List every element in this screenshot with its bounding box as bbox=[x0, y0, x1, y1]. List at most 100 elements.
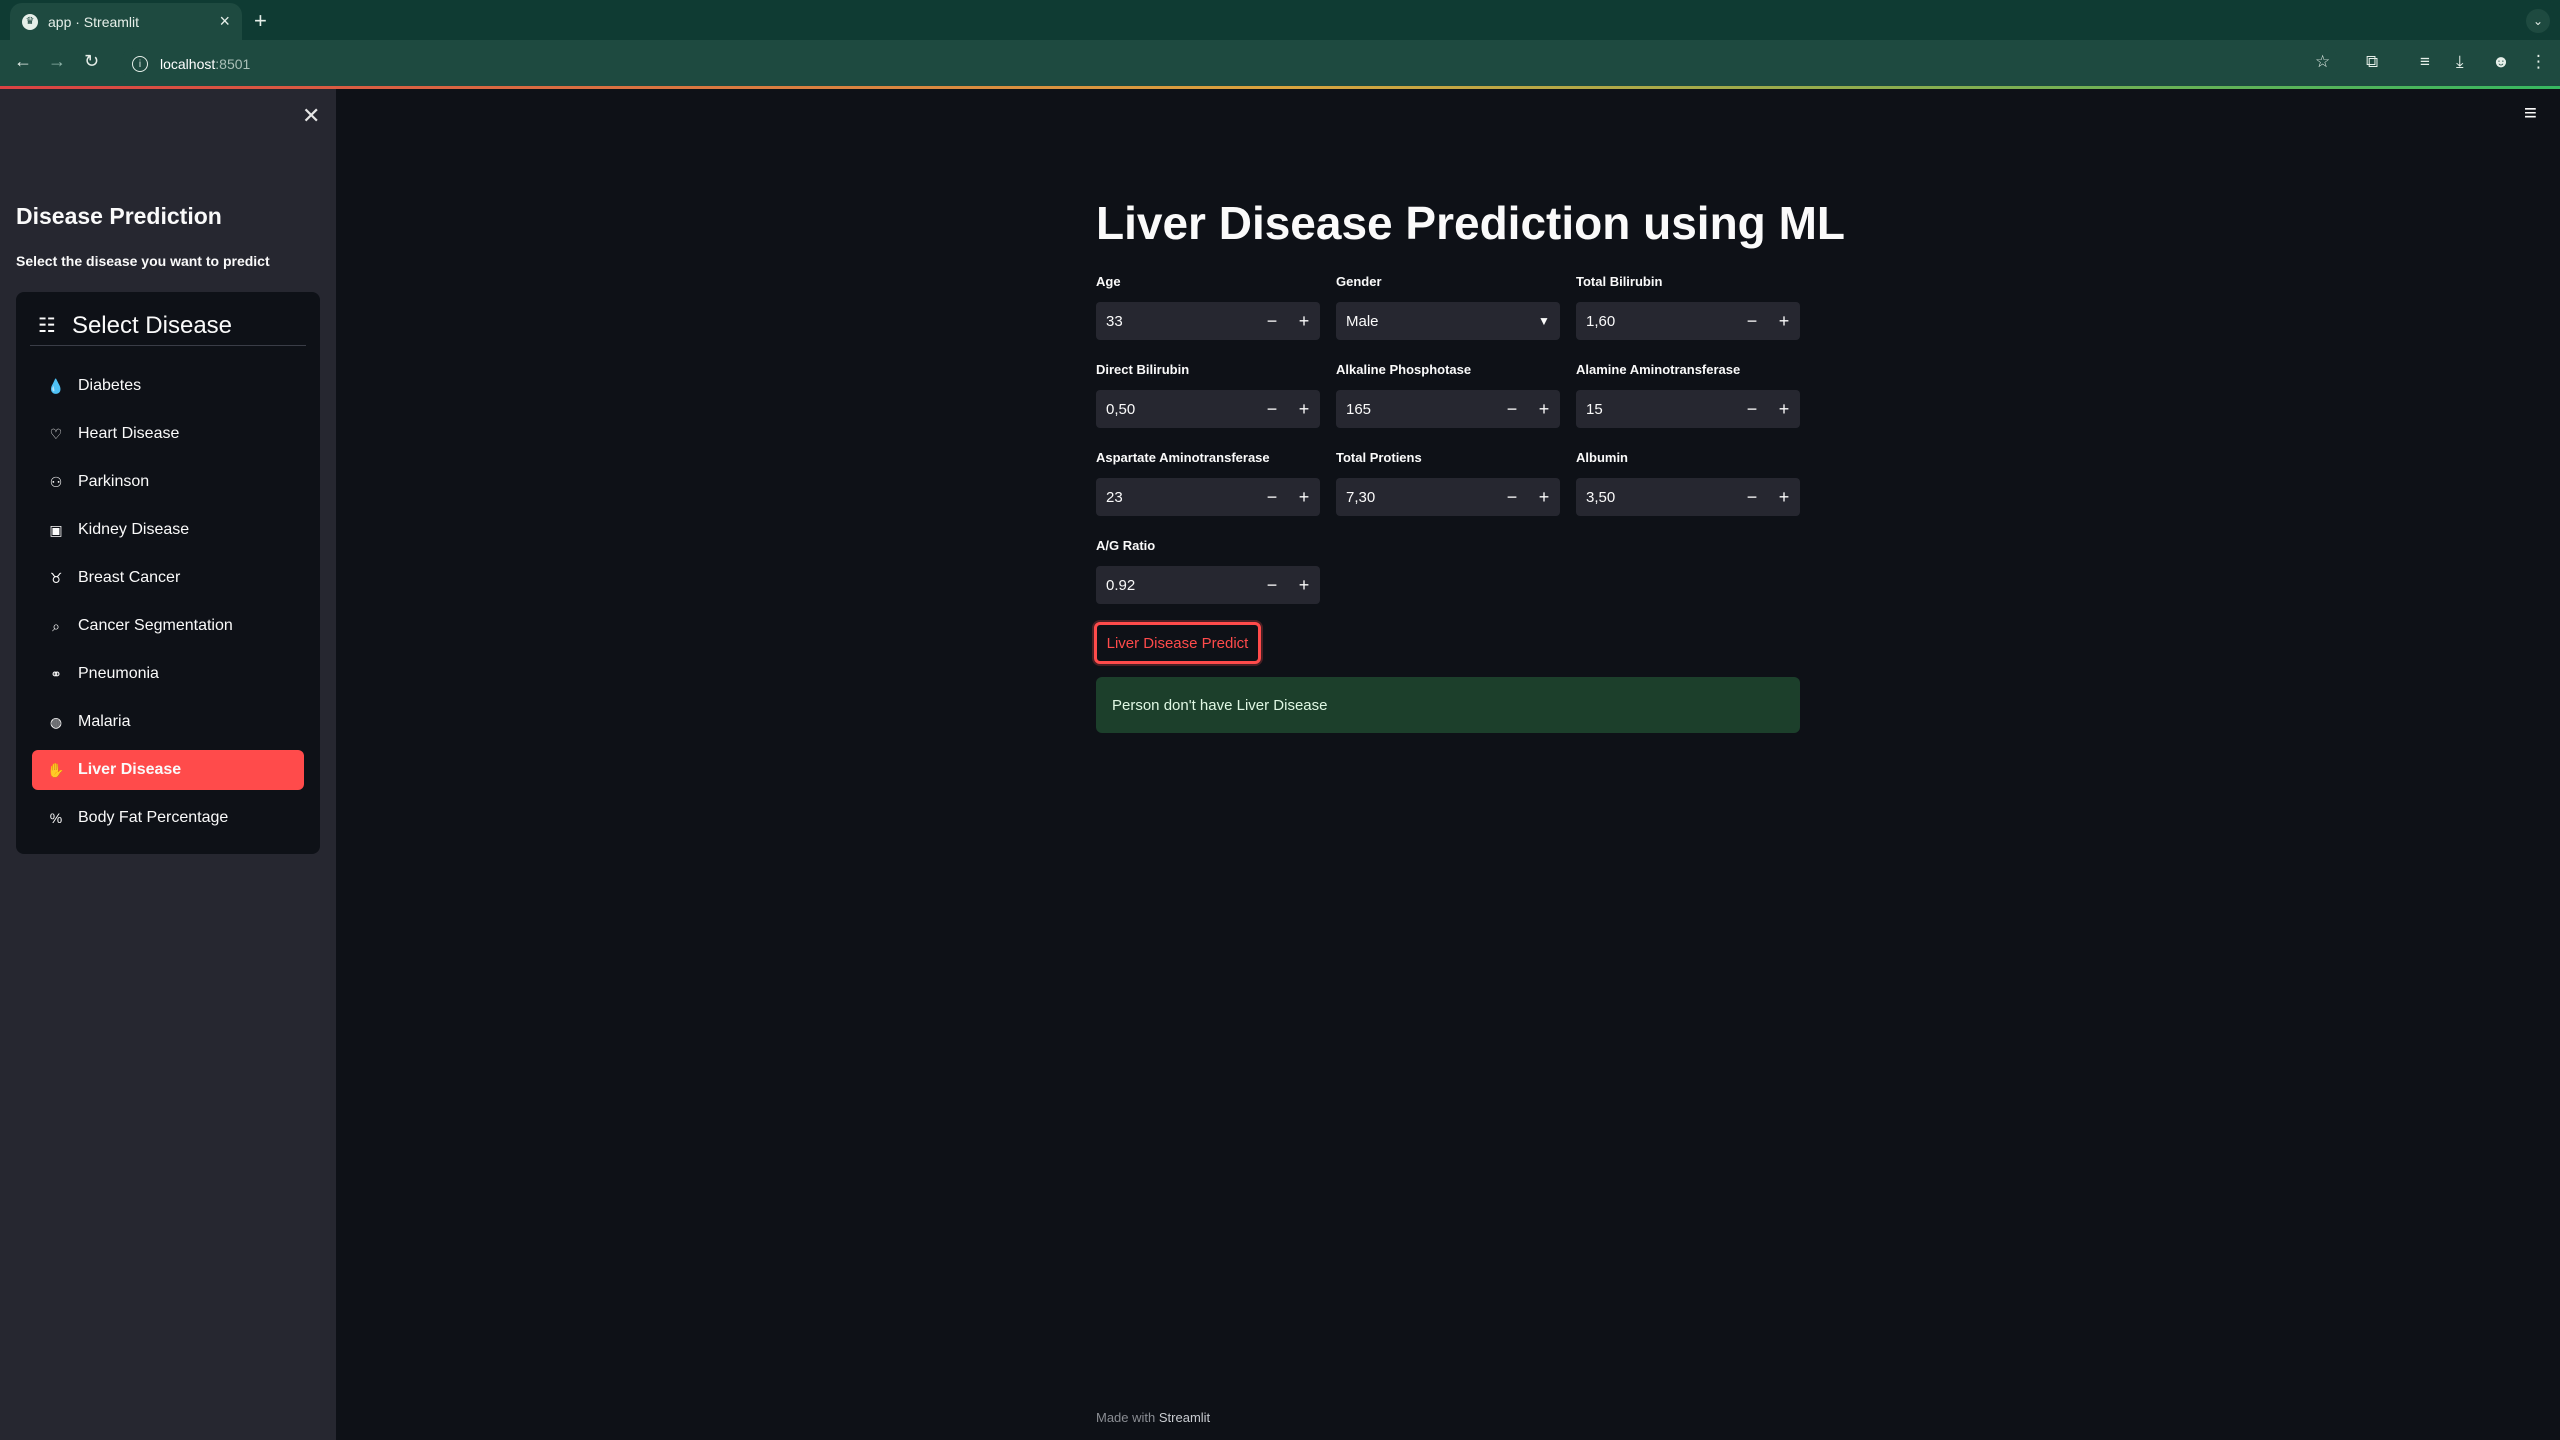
increment-button[interactable]: + bbox=[1528, 390, 1560, 428]
total-protiens-input[interactable]: 7,30 bbox=[1336, 489, 1496, 506]
menu-item-label: Liver Disease bbox=[78, 761, 182, 778]
menu-item-label: Heart Disease bbox=[78, 425, 180, 442]
albumin-input[interactable]: 3,50 bbox=[1576, 489, 1736, 506]
menu-item-malaria[interactable]: ◍ Malaria bbox=[32, 702, 304, 742]
aspartate-aminotransferase-number-input[interactable]: 23 − + bbox=[1096, 478, 1320, 516]
sidebar: ✕ Disease Prediction Select the disease … bbox=[0, 89, 336, 1440]
percent-icon: % bbox=[49, 810, 63, 826]
decrement-button[interactable]: − bbox=[1496, 390, 1528, 428]
menu-header: ☷ Select Disease bbox=[30, 306, 306, 346]
heart-icon: ♡ bbox=[49, 425, 63, 442]
age-input[interactable]: 33 bbox=[1096, 313, 1256, 330]
footer: Made with Streamlit bbox=[1096, 1410, 1210, 1425]
direct-bilirubin-input[interactable]: 0,50 bbox=[1096, 401, 1256, 418]
increment-button[interactable]: + bbox=[1288, 478, 1320, 516]
aspartate-aminotransferase-input[interactable]: 23 bbox=[1096, 489, 1256, 506]
ag-ratio-number-input[interactable]: 0.92 − + bbox=[1096, 566, 1320, 604]
field-label: Total Bilirubin bbox=[1576, 274, 1663, 289]
total-protiens-field: Total Protiens 7,30 − + bbox=[1336, 450, 1560, 516]
sidebar-title: Disease Prediction bbox=[16, 203, 222, 229]
increment-button[interactable]: + bbox=[1528, 478, 1560, 516]
extensions-icon[interactable]: ⧉ bbox=[2366, 52, 2378, 72]
increment-button[interactable]: + bbox=[1768, 302, 1800, 340]
increment-button[interactable]: + bbox=[1288, 566, 1320, 604]
menu-item-pneumonia[interactable]: ⚭ Pneumonia bbox=[32, 654, 304, 694]
profile-avatar-icon[interactable]: ☻ bbox=[2492, 52, 2510, 72]
alkaline-phosphotase-number-input[interactable]: 165 − + bbox=[1336, 390, 1560, 428]
search-icon: ⌕ bbox=[52, 617, 60, 634]
field-label: Direct Bilirubin bbox=[1096, 362, 1190, 377]
menu-item-label: Pneumonia bbox=[78, 665, 159, 682]
forward-icon[interactable]: → bbox=[48, 51, 66, 72]
menu-item-body-fat-percentage[interactable]: % Body Fat Percentage bbox=[32, 798, 304, 838]
menu-item-liver-disease[interactable]: ✋ Liver Disease bbox=[32, 750, 304, 790]
menu-item-diabetes[interactable]: 💧 Diabetes bbox=[32, 366, 304, 406]
increment-button[interactable]: + bbox=[1288, 390, 1320, 428]
address-bar[interactable]: i localhost:8501 bbox=[120, 48, 2340, 80]
sidebar-close-icon[interactable]: ✕ bbox=[302, 103, 320, 129]
menu-item-parkinson[interactable]: ⚇ Parkinson bbox=[32, 462, 304, 502]
gender-field: Gender Male ▼ bbox=[1336, 274, 1560, 340]
menu-item-cancer-segmentation[interactable]: ⌕ Cancer Segmentation bbox=[32, 606, 304, 646]
menu-item-heart-disease[interactable]: ♡ Heart Disease bbox=[32, 414, 304, 454]
decrement-button[interactable]: − bbox=[1256, 390, 1288, 428]
decrement-button[interactable]: − bbox=[1256, 478, 1288, 516]
gender-select[interactable]: Male ▼ bbox=[1336, 302, 1560, 340]
browser-tab[interactable]: ♛ app · Streamlit × bbox=[10, 3, 242, 40]
streamlit-top-decoration bbox=[0, 86, 2560, 89]
total-bilirubin-input[interactable]: 1,60 bbox=[1576, 313, 1736, 330]
site-info-icon[interactable]: i bbox=[132, 56, 148, 72]
tab-close-icon[interactable]: × bbox=[219, 11, 230, 32]
decrement-button[interactable]: − bbox=[1736, 302, 1768, 340]
gender-selected-value: Male bbox=[1346, 312, 1379, 330]
liver-disease-predict-button[interactable]: Liver Disease Predict bbox=[1094, 622, 1261, 664]
reload-icon[interactable]: ↻ bbox=[84, 51, 99, 72]
decrement-button[interactable]: − bbox=[1736, 390, 1768, 428]
tab-search-icon[interactable]: ⌄ bbox=[2526, 9, 2550, 33]
download-icon[interactable]: ⤓ bbox=[2456, 52, 2464, 72]
total-bilirubin-number-input[interactable]: 1,60 − + bbox=[1576, 302, 1800, 340]
alamine-aminotransferase-field: Alamine Aminotransferase 15 − + bbox=[1576, 362, 1800, 428]
increment-button[interactable]: + bbox=[1768, 478, 1800, 516]
menu-item-label: Cancer Segmentation bbox=[78, 617, 233, 634]
chevron-down-icon: ▼ bbox=[1538, 314, 1550, 328]
alamine-aminotransferase-input[interactable]: 15 bbox=[1576, 401, 1736, 418]
total-protiens-number-input[interactable]: 7,30 − + bbox=[1336, 478, 1560, 516]
alkaline-phosphotase-input[interactable]: 165 bbox=[1336, 401, 1496, 418]
increment-button[interactable]: + bbox=[1288, 302, 1320, 340]
browser-toolbar: ← → ↻ i localhost:8501 ☆ ⧉ ≡ ⤓ ☻ ⋮ bbox=[0, 40, 2560, 86]
menu-title: Select Disease bbox=[71, 311, 233, 339]
decrement-button[interactable]: − bbox=[1256, 566, 1288, 604]
decrement-button[interactable]: − bbox=[1496, 478, 1528, 516]
decrement-button[interactable]: − bbox=[1256, 302, 1288, 340]
sidebar-subtitle: Select the disease you want to predict bbox=[16, 253, 270, 269]
streamlit-link[interactable]: Streamlit bbox=[1159, 1410, 1210, 1425]
menu-item-label: Parkinson bbox=[78, 473, 150, 490]
age-field: Age 33 − + bbox=[1096, 274, 1320, 340]
menu-item-kidney-disease[interactable]: ▣ Kidney Disease bbox=[32, 510, 304, 550]
direct-bilirubin-number-input[interactable]: 0,50 − + bbox=[1096, 390, 1320, 428]
age-number-input[interactable]: 33 − + bbox=[1096, 302, 1320, 340]
direct-bilirubin-field: Direct Bilirubin 0,50 − + bbox=[1096, 362, 1320, 428]
kidney-icon: ▣ bbox=[49, 521, 63, 538]
aspartate-aminotransferase-field: Aspartate Aminotransferase 23 − + bbox=[1096, 450, 1320, 516]
main-menu-icon[interactable]: ≡ bbox=[2524, 100, 2537, 126]
ag-ratio-input[interactable]: 0.92 bbox=[1096, 577, 1256, 594]
back-icon[interactable]: ← bbox=[14, 51, 32, 72]
decrement-button[interactable]: − bbox=[1736, 478, 1768, 516]
footer-prefix: Made with bbox=[1096, 1410, 1156, 1425]
bookmark-star-icon[interactable]: ☆ bbox=[2315, 52, 2330, 72]
alamine-aminotransferase-number-input[interactable]: 15 − + bbox=[1576, 390, 1800, 428]
increment-button[interactable]: + bbox=[1768, 390, 1800, 428]
albumin-number-input[interactable]: 3,50 − + bbox=[1576, 478, 1800, 516]
new-tab-button[interactable]: + bbox=[254, 8, 267, 34]
total-bilirubin-field: Total Bilirubin 1,60 − + bbox=[1576, 274, 1800, 340]
tab-title: app · Streamlit bbox=[48, 13, 140, 30]
ribbon-icon: ♉ bbox=[49, 569, 63, 586]
field-label: Alamine Aminotransferase bbox=[1576, 362, 1741, 377]
browser-tabstrip: ♛ app · Streamlit × + ⌄ bbox=[0, 0, 2560, 40]
browser-menu-icon[interactable]: ⋮ bbox=[2530, 52, 2547, 72]
menu-item-breast-cancer[interactable]: ♉ Breast Cancer bbox=[32, 558, 304, 598]
media-queue-icon[interactable]: ≡ bbox=[2420, 52, 2430, 72]
url-host: localhost bbox=[160, 56, 216, 72]
